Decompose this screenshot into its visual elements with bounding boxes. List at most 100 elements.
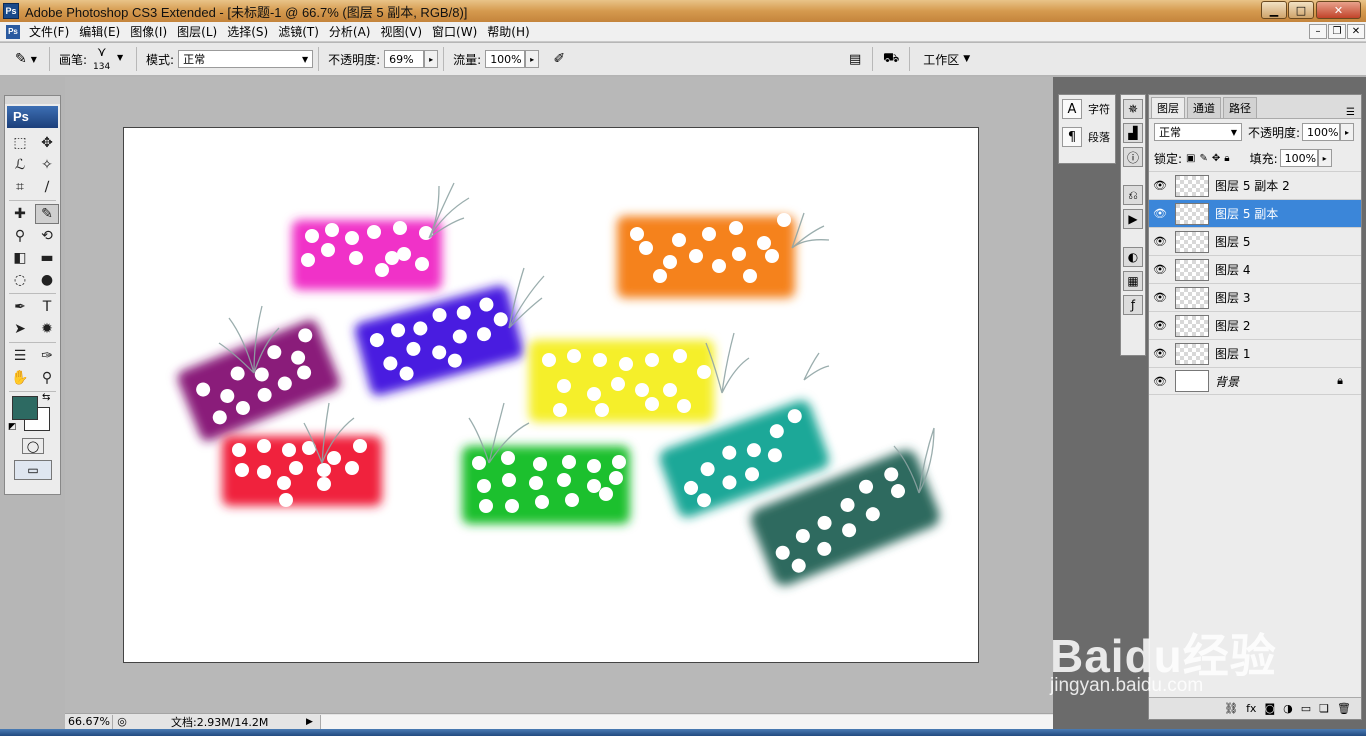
layer-mask-icon[interactable]: ◙ xyxy=(1264,702,1275,715)
new-layer-icon[interactable]: ❏ xyxy=(1319,702,1329,715)
quick-mask-button[interactable]: ◯ xyxy=(22,438,44,454)
layer-row[interactable]: 👁︎ 图层 4 xyxy=(1149,255,1361,283)
gradient-tool-icon[interactable]: ▬ xyxy=(35,248,59,268)
menu-help[interactable]: 帮助(H) xyxy=(482,23,534,40)
toolbox-header[interactable] xyxy=(5,96,60,104)
eye-icon[interactable]: 👁︎ xyxy=(1149,235,1171,248)
brush-tool-icon[interactable]: ✎ xyxy=(35,204,59,224)
layer-row[interactable]: 👁︎ 图层 5 副本 xyxy=(1149,199,1361,227)
screen-mode-button[interactable]: ▭ xyxy=(14,460,52,480)
menu-view[interactable]: 视图(V) xyxy=(375,23,427,40)
styles-icon[interactable]: ƒ xyxy=(1123,295,1143,315)
eye-icon[interactable]: 👁︎ xyxy=(1149,207,1171,220)
character-panel-button[interactable]: A 字符 xyxy=(1059,95,1115,123)
notes-tool-icon[interactable]: ☰ xyxy=(8,346,32,366)
eraser-tool-icon[interactable]: ◧ xyxy=(8,248,32,268)
eye-icon[interactable]: 👁︎ xyxy=(1149,375,1171,388)
flow-input[interactable]: 100% xyxy=(485,50,526,68)
layer-style-icon[interactable]: fx xyxy=(1246,702,1256,715)
crop-tool-icon[interactable]: ⌗ xyxy=(8,177,32,197)
eye-icon[interactable]: 👁︎ xyxy=(1149,291,1171,304)
tab-channels[interactable]: 通道 xyxy=(1187,97,1221,118)
layer-row[interactable]: 👁︎ 图层 1 xyxy=(1149,339,1361,367)
airbrush-icon[interactable]: ✐ xyxy=(545,48,573,70)
tab-paths[interactable]: 路径 xyxy=(1223,97,1257,118)
marquee-tool-icon[interactable]: ⬚ xyxy=(8,133,32,153)
eye-icon[interactable]: 👁︎ xyxy=(1149,263,1171,276)
brush-picker[interactable]: ⋎ 134 ▼ xyxy=(91,45,131,73)
history-brush-tool-icon[interactable]: ⟲ xyxy=(35,226,59,246)
swap-colors-icon[interactable]: ⇆ xyxy=(42,392,50,403)
maximize-button[interactable]: □ xyxy=(1288,1,1314,19)
eyedropper-tool-icon[interactable]: ✑ xyxy=(35,346,59,366)
layer-opacity-input[interactable]: 100% xyxy=(1302,123,1341,141)
fill-slider-button[interactable]: ▸ xyxy=(1317,149,1332,167)
swatches-icon[interactable]: ▦ xyxy=(1123,271,1143,291)
opacity-slider-button[interactable]: ▸ xyxy=(424,50,439,68)
palette-well-icon[interactable]: ▤ xyxy=(843,48,867,70)
close-button[interactable]: ✕ xyxy=(1316,1,1361,19)
bridge-icon[interactable]: ⛟ xyxy=(878,48,904,70)
menu-analysis[interactable]: 分析(A) xyxy=(324,23,376,40)
layer-opacity-slider-button[interactable]: ▸ xyxy=(1340,123,1355,141)
opacity-input[interactable]: 69% xyxy=(384,50,425,68)
horizontal-scrollbar[interactable] xyxy=(320,714,1053,729)
doc-close-button[interactable]: ✕ xyxy=(1347,24,1365,39)
mode-select[interactable]: 正常 ▼ xyxy=(178,50,314,68)
document-canvas[interactable] xyxy=(123,127,979,663)
menu-image[interactable]: 图像(I) xyxy=(125,23,172,40)
flow-slider-button[interactable]: ▸ xyxy=(525,50,540,68)
pen-tool-icon[interactable]: ✒ xyxy=(8,297,32,317)
slice-tool-icon[interactable]: ∕ xyxy=(35,177,59,197)
clone-stamp-tool-icon[interactable]: ⚲ xyxy=(8,226,32,246)
menu-select[interactable]: 选择(S) xyxy=(222,23,273,40)
move-tool-icon[interactable]: ✥ xyxy=(35,133,59,153)
minimize-button[interactable]: ▁ xyxy=(1261,1,1287,19)
lasso-tool-icon[interactable]: ℒ xyxy=(8,155,32,175)
history-icon[interactable]: ⎌ xyxy=(1123,185,1143,205)
layer-row[interactable]: 👁︎ 图层 3 xyxy=(1149,283,1361,311)
lock-all-icon[interactable]: 🔒︎ xyxy=(1224,153,1229,164)
layer-row[interactable]: 👁︎ 图层 5 副本 2 xyxy=(1149,171,1361,199)
zoom-level[interactable]: 66.67% xyxy=(65,714,113,729)
menu-edit[interactable]: 编辑(E) xyxy=(74,23,125,40)
paragraph-panel-button[interactable]: ¶ 段落 xyxy=(1059,123,1115,151)
brush-tool-preset-icon[interactable]: ✎ ▼ xyxy=(8,47,44,71)
magic-wand-tool-icon[interactable]: ✧ xyxy=(35,155,59,175)
status-menu-icon[interactable]: ◎ xyxy=(113,715,131,728)
menu-layer[interactable]: 图层(L) xyxy=(172,23,222,40)
menu-window[interactable]: 窗口(W) xyxy=(427,23,482,40)
hand-tool-icon[interactable]: ✋ xyxy=(8,368,32,388)
menu-filter[interactable]: 滤镜(T) xyxy=(273,23,324,40)
path-selection-tool-icon[interactable]: ➤ xyxy=(8,319,32,339)
eye-icon[interactable]: 👁︎ xyxy=(1149,347,1171,360)
zoom-tool-icon[interactable]: ⚲ xyxy=(35,368,59,388)
panel-menu-icon[interactable]: ☰ xyxy=(1346,107,1355,118)
eye-icon[interactable]: 👁︎ xyxy=(1149,319,1171,332)
eye-icon[interactable]: 👁︎ xyxy=(1149,179,1171,192)
doc-minimize-button[interactable]: – xyxy=(1309,24,1327,39)
actions-icon[interactable]: ▶ xyxy=(1123,209,1143,229)
lock-image-icon[interactable]: ✎ xyxy=(1200,153,1208,164)
new-group-icon[interactable]: ▭ xyxy=(1301,702,1311,715)
layer-row[interactable]: 👁︎ 图层 2 xyxy=(1149,311,1361,339)
status-arrow-icon[interactable]: ▶ xyxy=(306,717,320,727)
histogram-icon[interactable]: ▟ xyxy=(1123,123,1143,143)
link-layers-icon[interactable]: ⛓ xyxy=(1224,702,1238,715)
default-colors-icon[interactable]: ◩ xyxy=(8,422,17,432)
healing-brush-tool-icon[interactable]: ✚ xyxy=(8,204,32,224)
info-icon[interactable]: ⓘ xyxy=(1123,147,1143,167)
dodge-tool-icon[interactable]: ● xyxy=(35,270,59,290)
type-tool-icon[interactable]: T xyxy=(35,297,59,317)
blend-mode-select[interactable]: 正常 ▼ xyxy=(1154,123,1242,141)
fill-input[interactable]: 100% xyxy=(1279,149,1318,167)
adjustment-layer-icon[interactable]: ◑ xyxy=(1283,702,1293,715)
workspace-menu[interactable]: 工作区 xyxy=(923,51,959,68)
color-icon[interactable]: ◐ xyxy=(1123,247,1143,267)
doc-restore-button[interactable]: ❐ xyxy=(1328,24,1346,39)
custom-shape-tool-icon[interactable]: ✹ xyxy=(35,319,59,339)
layer-row[interactable]: 👁︎ 背景 🔒︎ xyxy=(1149,367,1361,395)
menu-file[interactable]: 文件(F) xyxy=(24,23,74,40)
lock-transparent-icon[interactable]: ▣ xyxy=(1186,153,1195,164)
foreground-color-swatch[interactable] xyxy=(12,396,38,420)
